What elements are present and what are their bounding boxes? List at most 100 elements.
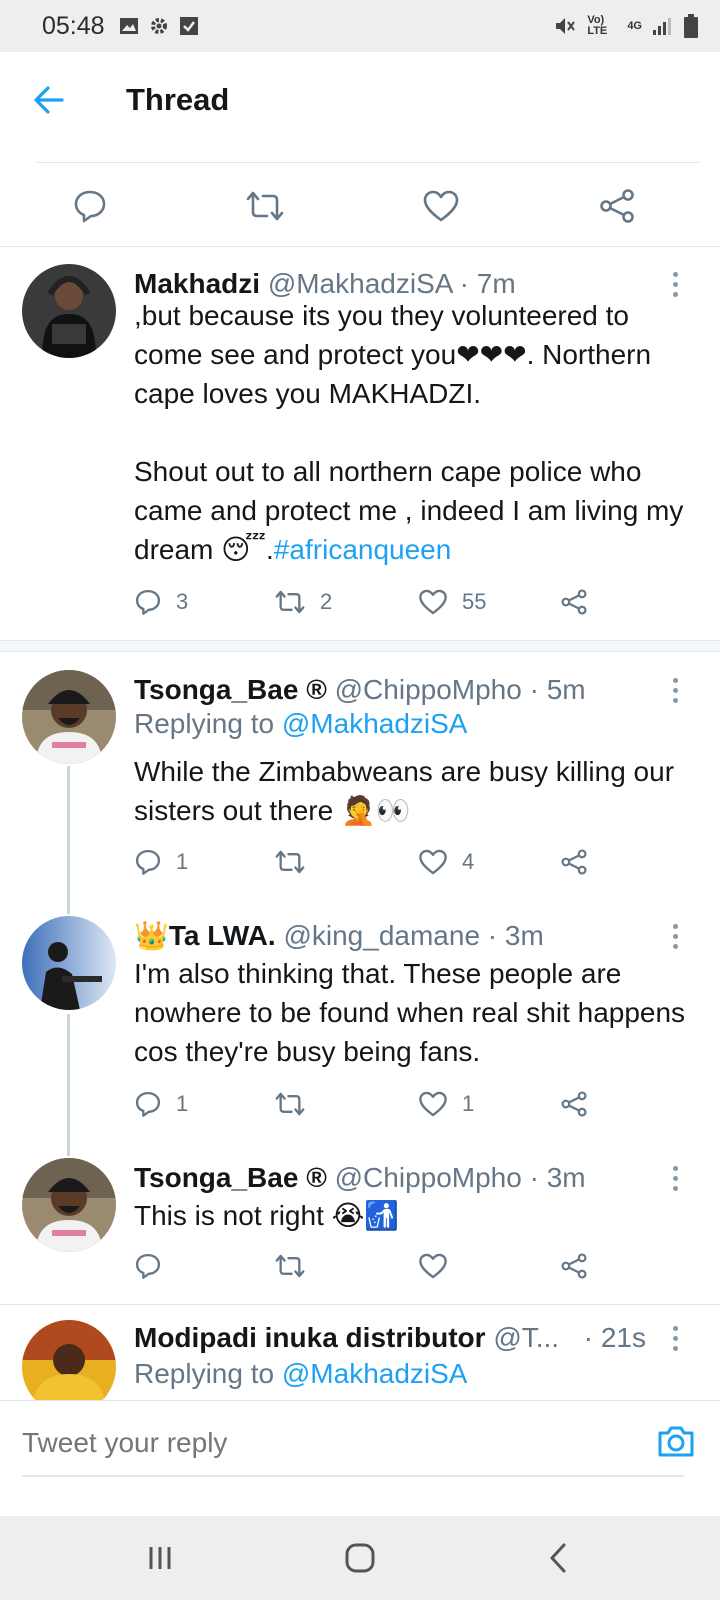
- avatar[interactable]: [22, 1320, 116, 1400]
- reply-count: 3: [176, 589, 189, 614]
- avatar[interactable]: [22, 1158, 116, 1252]
- like-count: 4: [462, 849, 475, 874]
- mention-link[interactable]: @MakhadziSA: [282, 708, 468, 739]
- author-name[interactable]: Tsonga_Bae: [134, 1162, 298, 1193]
- share-icon: [561, 849, 587, 875]
- like-button[interactable]: 4: [418, 842, 474, 882]
- section-divider: [0, 640, 720, 652]
- author-handle[interactable]: @king_damane: [283, 920, 480, 951]
- tweet-actions: 3 2 55: [134, 582, 614, 622]
- system-nav-bar: [0, 1516, 720, 1600]
- avatar-image: [22, 264, 116, 358]
- avatar-image: [22, 1158, 116, 1252]
- parent-share-button[interactable]: [595, 184, 639, 228]
- tweet-reply[interactable]: Modipadi inuka distributor @T... · 21s R…: [0, 1316, 720, 1400]
- like-icon: [419, 849, 447, 875]
- avatar[interactable]: [22, 916, 116, 1010]
- tweet-actions: 1 4: [134, 842, 614, 882]
- mention-link[interactable]: @MakhadziSA: [282, 1358, 468, 1389]
- tweet-time: · 3m: [487, 920, 544, 951]
- share-icon: [561, 589, 587, 615]
- tweet-reply[interactable]: 👑Ta LWA. @king_damane · 3m I'm also thin…: [0, 916, 720, 1136]
- recents-button[interactable]: [138, 1538, 182, 1578]
- more-options-button[interactable]: [660, 670, 690, 710]
- reply-button[interactable]: 1: [134, 842, 188, 882]
- reply-icon: [135, 849, 161, 875]
- parent-like-button[interactable]: [419, 184, 463, 228]
- like-icon: [423, 190, 459, 222]
- tweet-text: ,but because its you they volunteered to…: [134, 296, 694, 569]
- share-button[interactable]: [560, 582, 588, 622]
- like-icon: [419, 1253, 447, 1279]
- retweet-icon: [275, 1092, 305, 1116]
- tweet-time: · 21s: [583, 1322, 646, 1353]
- more-options-button[interactable]: [660, 1318, 690, 1358]
- gallery-icon: [119, 18, 138, 34]
- tweet-reply[interactable]: Tsonga_Bae ® @ChippoMpho · 3m This is no…: [0, 1158, 720, 1298]
- avatar[interactable]: [22, 264, 116, 358]
- author-name[interactable]: Modipadi inuka distributor: [134, 1322, 486, 1353]
- parent-tweet-actions: [0, 166, 720, 246]
- tweet-time: · 5m: [529, 674, 586, 705]
- reply-underline: [22, 1475, 684, 1477]
- volte-label: Vo) LTE: [587, 14, 608, 37]
- retweet-icon: [275, 1254, 305, 1278]
- retweet-button[interactable]: [274, 842, 320, 882]
- like-button[interactable]: 1: [418, 1084, 474, 1124]
- retweet-button[interactable]: 2: [274, 582, 332, 622]
- share-button[interactable]: [560, 842, 588, 882]
- back-button[interactable]: [4, 52, 94, 148]
- retweet-button[interactable]: [274, 1084, 320, 1124]
- reply-icon: [135, 589, 161, 615]
- page-title: Thread: [126, 82, 230, 117]
- more-options-button[interactable]: [660, 916, 690, 956]
- retweet-count: 2: [320, 589, 333, 614]
- recents-icon: [149, 1547, 171, 1569]
- checkbox-icon: [179, 17, 198, 35]
- author-handle[interactable]: @ChippoMpho: [335, 674, 522, 705]
- author-handle[interactable]: @ChippoMpho: [335, 1162, 522, 1193]
- share-button[interactable]: [560, 1246, 588, 1286]
- reply-icon: [135, 1253, 161, 1279]
- status-icons-right: Vo) LTE 4G: [553, 14, 698, 38]
- author-name[interactable]: Makhadzi: [134, 268, 260, 299]
- retweet-icon: [246, 191, 284, 221]
- avatar[interactable]: [22, 670, 116, 764]
- hashtag-link[interactable]: #africanqueen: [274, 534, 451, 565]
- tweet-reply[interactable]: Tsonga_Bae ® @ChippoMpho · 5m Replying t…: [0, 670, 720, 900]
- more-options-button[interactable]: [660, 1158, 690, 1198]
- battery-icon: [684, 14, 698, 38]
- camera-button[interactable]: [656, 1421, 696, 1461]
- reply-button[interactable]: [134, 1246, 162, 1286]
- author-name[interactable]: Tsonga_Bae: [134, 674, 298, 705]
- reply-count: 1: [176, 1091, 189, 1116]
- replying-to: Replying to @MakhadziSA: [134, 708, 467, 740]
- author-handle[interactable]: @T...: [493, 1322, 559, 1353]
- status-time: 05:48: [42, 11, 105, 40]
- tweet-text-body: ,but because its you they volunteered to…: [134, 300, 684, 565]
- share-button[interactable]: [560, 1084, 588, 1124]
- share-icon: [561, 1091, 587, 1117]
- author-handle[interactable]: @MakhadziSA: [268, 268, 452, 299]
- tweet-time: · 7m: [459, 268, 516, 299]
- home-button[interactable]: [338, 1538, 382, 1578]
- divider: [0, 246, 720, 247]
- parent-retweet-button[interactable]: [243, 184, 287, 228]
- registered-badge: ®: [306, 674, 327, 705]
- reply-button[interactable]: 1: [134, 1084, 188, 1124]
- status-bar: 05:48 Vo) LTE 4G: [0, 0, 720, 52]
- tweet-text: This is not right 😭🚮: [134, 1200, 400, 1231]
- reply-input[interactable]: [22, 1423, 582, 1463]
- retweet-button[interactable]: [274, 1246, 306, 1286]
- tweet-header: 👑Ta LWA. @king_damane · 3m: [134, 916, 660, 956]
- like-button[interactable]: 55: [418, 582, 486, 622]
- parent-reply-button[interactable]: [68, 184, 112, 228]
- system-back-button[interactable]: [536, 1538, 580, 1578]
- reply-count: 1: [176, 849, 189, 874]
- tweet-main[interactable]: Makhadzi @MakhadziSA · 7m ,but because i…: [0, 264, 720, 644]
- like-button[interactable]: [418, 1246, 448, 1286]
- author-name[interactable]: 👑Ta LWA.: [134, 920, 276, 951]
- tweet-actions: 1 1: [134, 1084, 614, 1124]
- reply-composer: [0, 1400, 720, 1480]
- reply-button[interactable]: 3: [134, 582, 188, 622]
